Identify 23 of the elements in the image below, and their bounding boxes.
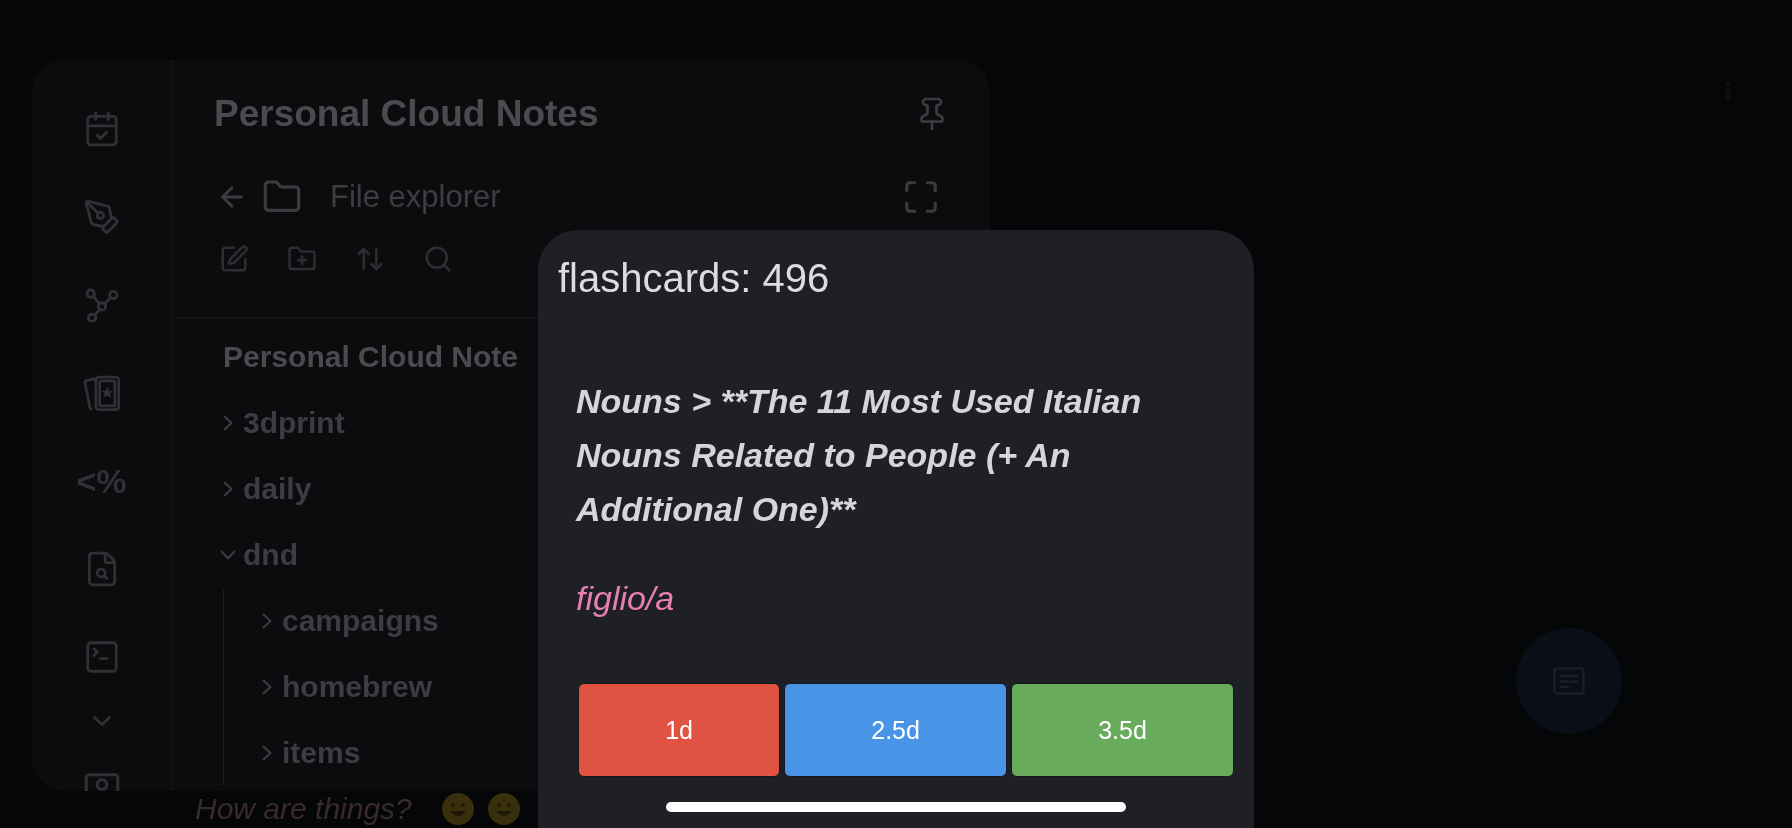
modal-title: flashcards: 496 xyxy=(558,255,831,302)
pen-nib-icon[interactable] xyxy=(82,198,121,236)
interval-button[interactable]: 2.5d xyxy=(784,683,1008,777)
portrait-icon[interactable] xyxy=(83,772,120,791)
chevron-right-icon[interactable] xyxy=(223,481,233,497)
search-icon[interactable] xyxy=(423,244,453,274)
smiley-icon xyxy=(441,793,474,825)
card-question: Nouns > **The 11 Most Used Italian Nouns Related to People (+ An Additional One)** xyxy=(576,381,1143,530)
graph-icon[interactable] xyxy=(84,288,119,322)
cards-star-icon[interactable] xyxy=(81,374,122,412)
card-answer: figlio/a xyxy=(576,578,676,619)
edit-icon[interactable] xyxy=(219,244,249,274)
chevron-right-icon[interactable] xyxy=(262,745,272,761)
chevron-right-icon[interactable] xyxy=(223,415,233,431)
template-button[interactable]: <% xyxy=(76,463,127,499)
interval-button[interactable]: 3.5d xyxy=(1011,683,1234,777)
interval-button[interactable]: 1d xyxy=(578,683,781,777)
chevron-right-icon[interactable] xyxy=(262,679,272,695)
smiley-icon xyxy=(487,793,520,825)
fullscreen-icon[interactable] xyxy=(902,178,940,216)
panel-title: Personal Cloud Notes xyxy=(214,92,599,136)
chevron-down-icon[interactable] xyxy=(220,550,236,560)
chevron-right-icon[interactable] xyxy=(262,613,272,629)
